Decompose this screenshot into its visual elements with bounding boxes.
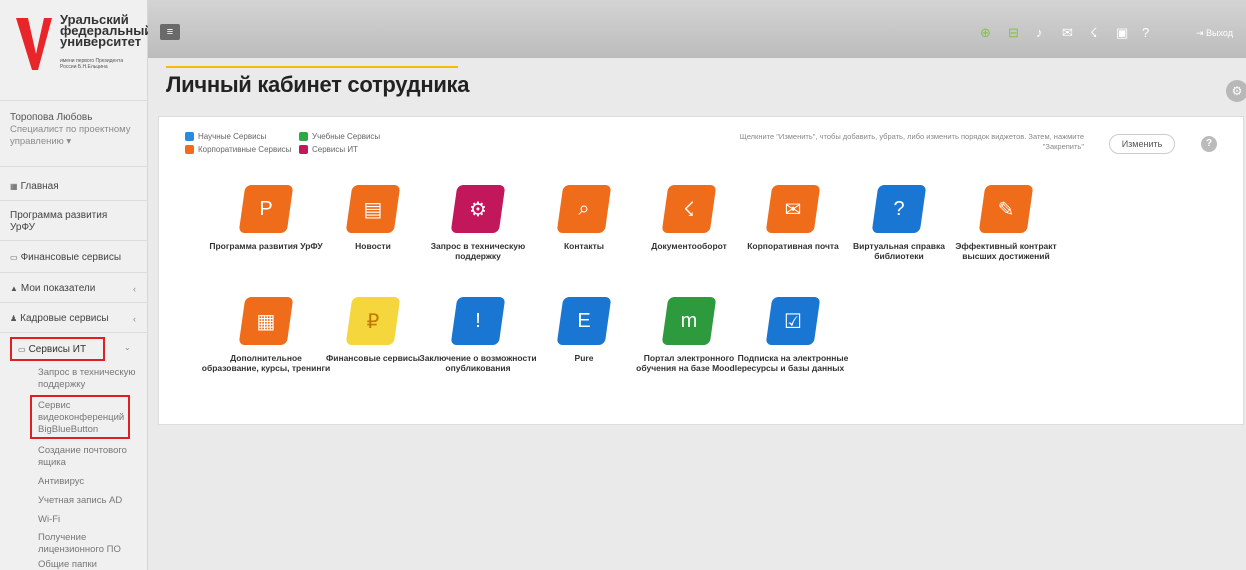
widgets-panel: Научные Сервисы Учебные Сервисы Корпорат… [158, 116, 1244, 425]
service-tile[interactable]: ☑ Подписка на электронные ресурсы и базы … [728, 297, 858, 373]
sidebar-subitem-support[interactable]: Запрос в техническую поддержку [38, 367, 138, 391]
bell-icon[interactable]: ♪ [1036, 26, 1043, 39]
globe-icon[interactable]: ⊕ [980, 26, 991, 39]
gear-icon: ⚙ [1231, 84, 1243, 98]
question-icon: ? [1205, 138, 1213, 149]
topbar: ≡ ⊕ ⊟ ♪ ✉ ☇ ▣ ? ⇥ Выход [148, 0, 1246, 58]
sidebar-subitem-bbb[interactable]: Сервис видеоконференций BigBlueButton [38, 400, 130, 436]
tile-icon: ✎ [997, 198, 1015, 221]
user-role-dropdown[interactable]: Специалист по проектному управлению ▾ [10, 124, 145, 148]
divider [0, 240, 148, 241]
sidebar-item-hr[interactable]: ♟ Кадровые сервисы ‹ [10, 313, 142, 325]
tile-label: Эффективный контракт высших достижений [955, 241, 1057, 261]
sidebar-subitem-ad[interactable]: Учетная запись AD [38, 495, 138, 507]
legend-corporate: Корпоративные Сервисы [185, 145, 291, 154]
legend-swatch [299, 145, 308, 154]
mail-icon[interactable]: ✉ [1062, 26, 1073, 39]
sidebar-item-finance[interactable]: ▭ Финансовые сервисы [10, 252, 142, 264]
tile-icon-box: m [661, 297, 717, 345]
logout-button[interactable]: ⇥ Выход [1196, 28, 1233, 39]
legend-education: Учебные Сервисы [299, 132, 380, 141]
edit-hint: Щелкните "Изменить", чтобы добавить, убр… [739, 132, 1084, 151]
tile-icon-box: ? [871, 185, 927, 233]
divider [0, 302, 148, 303]
user-name: Торопова Любовь [10, 112, 93, 123]
help-icon[interactable]: ? [1142, 26, 1149, 39]
sidebar-subitem-shared[interactable]: Общие папки [38, 559, 138, 570]
tile-icon-box: P [238, 185, 294, 233]
sidebar-item-main[interactable]: ▦ Главная [10, 181, 142, 193]
tile-icon-box: ⌕ [556, 185, 612, 233]
tile-icon: E [577, 309, 591, 332]
tile-icon-box: ☇ [661, 185, 717, 233]
tile-icon: ✉ [784, 198, 802, 221]
tile-icon: m [680, 309, 698, 332]
legend-swatch [185, 145, 194, 154]
logo-title: Уральский федеральный университет [60, 12, 153, 49]
sidebar-subitem-license[interactable]: Получение лицензионного ПО [38, 532, 128, 556]
tile-icon-box: ₽ [345, 297, 401, 345]
legend-science: Научные Сервисы [185, 132, 266, 141]
title-accent [166, 66, 458, 68]
sidebar-item-program[interactable]: Программа развития УрФУ [10, 210, 120, 234]
settings-button[interactable]: ⚙ [1226, 80, 1246, 102]
tile-icon-box: ☑ [765, 297, 821, 345]
tile-icon-box: E [556, 297, 612, 345]
legend-swatch [185, 132, 194, 141]
tile-icon-box: ✎ [978, 185, 1034, 233]
divider [0, 272, 148, 273]
tile-icon: ▤ [363, 198, 383, 221]
database-icon[interactable]: ⊟ [1008, 26, 1019, 39]
tile-icon: P [259, 197, 273, 220]
docflow-icon[interactable]: ☇ [1090, 26, 1097, 39]
sidebar-subitem-mailbox[interactable]: Создание почтового ящика [38, 445, 133, 469]
logo-subtitle: имени первого Президента России Б.Н.Ельц… [60, 58, 124, 70]
page-title: Личный кабинет сотрудника [166, 72, 470, 97]
edit-button[interactable]: Изменить [1109, 134, 1175, 154]
tile-icon: ! [475, 309, 481, 332]
card-icon: ▭ [10, 253, 18, 262]
sidebar-item-indicators[interactable]: ▲ Мои показатели ‹ [10, 283, 142, 295]
users-icon: ♟ [10, 314, 18, 323]
monitor-icon: ▭ [18, 345, 26, 354]
tile-icon-box: ✉ [765, 185, 821, 233]
service-tile[interactable]: ✎ Эффективный контракт высших достижений [941, 185, 1071, 261]
tile-icon: ☇ [683, 198, 695, 221]
tile-icon-box: ! [450, 297, 506, 345]
sidebar: Уральский федеральный университет имени … [0, 0, 152, 570]
divider [0, 100, 148, 101]
sidebar-item-it[interactable]: ▭ Сервисы ИТ [10, 337, 105, 361]
chevron-down-icon: ⌄ [124, 343, 131, 352]
grid-icon: ▦ [10, 182, 18, 191]
logout-icon: ⇥ [1196, 28, 1207, 38]
chevron-left-icon: ‹ [133, 284, 136, 294]
tile-icon: ₽ [366, 310, 380, 333]
menu-toggle-button[interactable]: ≡ [160, 24, 180, 40]
legend-swatch [299, 132, 308, 141]
urfu-logo-icon [16, 18, 52, 70]
sidebar-subitem-wifi[interactable]: Wi-Fi [38, 514, 138, 526]
tile-icon: ☑ [784, 310, 802, 333]
tile-label: Подписка на электронные ресурсы и базы д… [737, 353, 849, 373]
tile-icon: ▦ [256, 310, 276, 333]
tile-icon: ⌕ [578, 197, 590, 220]
tile-icon: ⚙ [469, 198, 487, 221]
chevron-left-icon: ‹ [133, 314, 136, 324]
university-logo[interactable]: Уральский федеральный университет имени … [8, 8, 152, 88]
tile-icon-box: ▦ [238, 297, 294, 345]
divider [0, 332, 148, 333]
legend-it: Сервисы ИТ [299, 145, 358, 154]
divider [0, 200, 148, 201]
tile-icon-box: ▤ [345, 185, 401, 233]
divider [0, 166, 148, 167]
sidebar-subitem-antivirus[interactable]: Антивирус [38, 476, 138, 488]
tile-icon-box: ⚙ [450, 185, 506, 233]
tile-icon: ? [893, 197, 905, 220]
help-button[interactable]: ? [1201, 136, 1217, 152]
chart-icon: ▲ [10, 284, 18, 293]
calendar-icon[interactable]: ▣ [1116, 26, 1128, 39]
